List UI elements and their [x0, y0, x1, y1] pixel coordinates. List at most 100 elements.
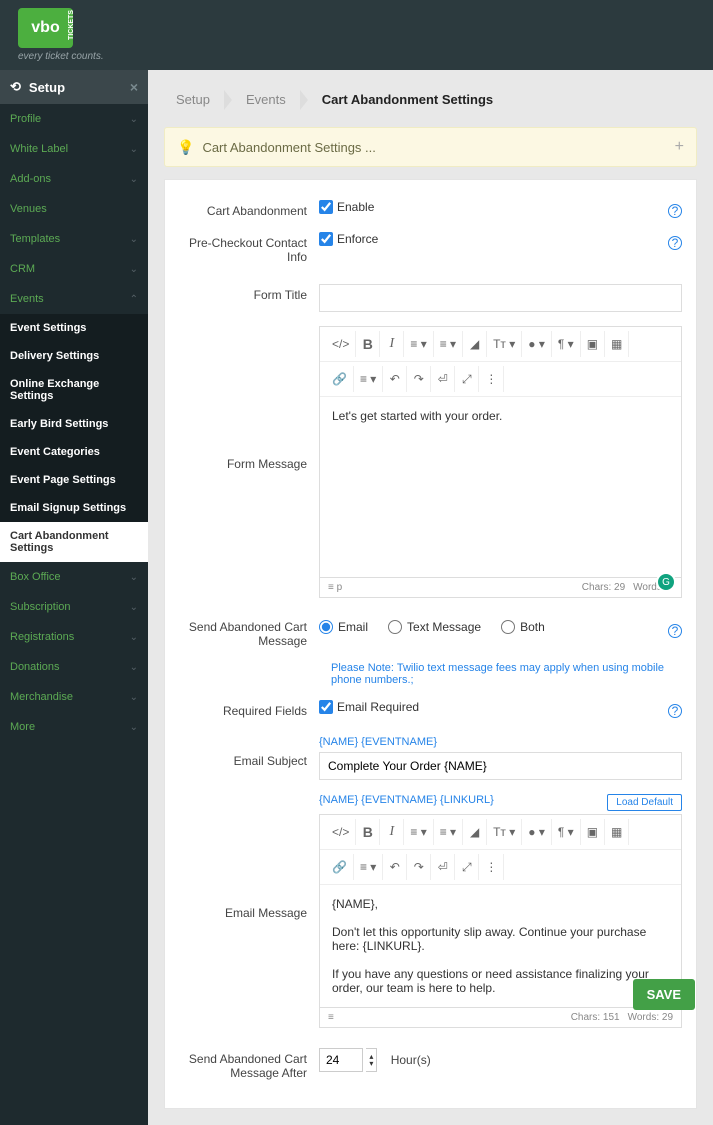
sidebar-item[interactable]: Merchandise⌄	[0, 682, 148, 712]
chevron-icon: ⌄	[130, 114, 138, 125]
grammarly-icon[interactable]: G	[656, 572, 676, 592]
email-subject-input[interactable]	[319, 752, 682, 780]
email-required-checkbox[interactable]	[319, 700, 333, 714]
unordered-list-icon[interactable]: ≡ ▾	[404, 819, 433, 845]
more-icon[interactable]: ⋮	[479, 854, 504, 880]
bold-icon[interactable]: B	[356, 819, 380, 845]
table-icon[interactable]: ▦	[605, 819, 629, 845]
load-default-button[interactable]: Load Default	[607, 794, 682, 811]
stepper-icon[interactable]: ▴▾	[366, 1048, 377, 1072]
code-view-icon[interactable]: </>	[326, 331, 356, 357]
info-banner: 💡 Cart Abandonment Settings ... +	[164, 127, 697, 167]
sidebar-item[interactable]: Events⌃	[0, 284, 148, 314]
fullscreen-icon[interactable]: ⤢	[455, 854, 479, 880]
form-message-editor: </> B I ≡ ▾ ≡ ▾ ◢ Tт ▾ ● ▾ ¶ ▾ ▣ ▦	[319, 326, 682, 578]
sidebar-subitem[interactable]: Cart Abandonment Settings	[0, 522, 148, 562]
paragraph-icon[interactable]: ¶ ▾	[552, 819, 581, 845]
redo-icon[interactable]: ↷	[407, 854, 431, 880]
fullscreen-icon[interactable]: ⤢	[455, 366, 479, 392]
sidebar-item[interactable]: White Label⌄	[0, 134, 148, 164]
sidebar-item[interactable]: Box Office⌄	[0, 562, 148, 592]
crumb-setup[interactable]: Setup	[164, 86, 222, 113]
undo-icon[interactable]: ↶	[383, 366, 407, 392]
help-icon[interactable]: ?	[668, 204, 682, 218]
image-icon[interactable]: ▣	[581, 819, 605, 845]
table-icon[interactable]: ▦	[605, 331, 629, 357]
radio-email[interactable]: Email	[319, 620, 368, 634]
help-icon[interactable]: ?	[668, 236, 682, 250]
ordered-list-icon[interactable]: ≡ ▾	[434, 331, 463, 357]
italic-icon[interactable]: I	[380, 331, 404, 357]
sidebar-header: ⟲ Setup ×	[0, 70, 148, 104]
email-message-textarea[interactable]: {NAME}, Don't let this opportunity slip …	[320, 885, 681, 1007]
link-icon[interactable]: 🔗	[326, 854, 354, 880]
image-icon[interactable]: ▣	[581, 331, 605, 357]
text-color-icon[interactable]: ● ▾	[522, 819, 552, 845]
help-icon[interactable]: ?	[668, 704, 682, 718]
char-count: Chars: 151	[571, 1012, 620, 1023]
unordered-list-icon[interactable]: ≡ ▾	[404, 331, 433, 357]
sidebar-subitem[interactable]: Event Settings	[0, 314, 148, 342]
align-icon[interactable]: ≡ ▾	[354, 366, 383, 392]
sidebar-subitem[interactable]: Event Page Settings	[0, 466, 148, 494]
sidebar-subitem[interactable]: Delivery Settings	[0, 342, 148, 370]
text-color-icon[interactable]: ● ▾	[522, 331, 552, 357]
expand-info-icon[interactable]: +	[675, 138, 684, 156]
link-icon[interactable]: 🔗	[326, 366, 354, 392]
undo-icon[interactable]: ↶	[383, 854, 407, 880]
sidebar-item[interactable]: Subscription⌄	[0, 592, 148, 622]
enforce-label: Enforce	[337, 232, 378, 246]
hr-icon[interactable]: ⏎	[431, 854, 455, 880]
radio-both[interactable]: Both	[501, 620, 545, 634]
chevron-icon: ⌄	[130, 602, 138, 613]
code-view-icon[interactable]: </>	[326, 819, 356, 845]
sidebar-subitem[interactable]: Email Signup Settings	[0, 494, 148, 522]
enable-checkbox[interactable]	[319, 200, 333, 214]
chevron-icon: ⌄	[130, 144, 138, 155]
italic-icon[interactable]: I	[380, 819, 404, 845]
sidebar-subitem[interactable]: Online Exchange Settings	[0, 370, 148, 410]
chevron-icon: ⌄	[130, 692, 138, 703]
form-title-label: Form Title	[179, 284, 319, 312]
email-required-wrap[interactable]: Email Required	[319, 700, 419, 714]
send-after-input[interactable]	[319, 1048, 363, 1072]
hr-icon[interactable]: ⏎	[431, 366, 455, 392]
sidebar-item[interactable]: Donations⌄	[0, 652, 148, 682]
enforce-checkbox-wrap[interactable]: Enforce	[319, 232, 378, 246]
clear-format-icon[interactable]: ◢	[463, 331, 487, 357]
font-size-icon[interactable]: Tт ▾	[487, 819, 522, 845]
enable-checkbox-wrap[interactable]: Enable	[319, 200, 374, 214]
sidebar-item[interactable]: Registrations⌄	[0, 622, 148, 652]
form-message-textarea[interactable]: Let's get started with your order.	[320, 397, 681, 577]
more-icon[interactable]: ⋮	[479, 366, 504, 392]
sidebar-item[interactable]: CRM⌄	[0, 254, 148, 284]
sidebar-subitem[interactable]: Event Categories	[0, 438, 148, 466]
enforce-checkbox[interactable]	[319, 232, 333, 246]
bold-icon[interactable]: B	[356, 331, 380, 357]
char-count: Chars: 29	[582, 582, 625, 593]
settings-card: Cart Abandonment Enable ? Pre-Checkout C…	[164, 179, 697, 1109]
sidebar-item[interactable]: Add-ons⌄	[0, 164, 148, 194]
sidebar-subitem[interactable]: Early Bird Settings	[0, 410, 148, 438]
form-title-input[interactable]	[319, 284, 682, 312]
radio-text[interactable]: Text Message	[388, 620, 481, 634]
sidebar-item[interactable]: Venues	[0, 194, 148, 224]
sidebar-item[interactable]: Templates⌄	[0, 224, 148, 254]
logo-mark: vbo TICKETS	[18, 8, 73, 48]
logo-vertical-text: TICKETS	[68, 10, 75, 40]
sidebar-item[interactable]: Profile⌄	[0, 104, 148, 134]
font-size-icon[interactable]: Tт ▾	[487, 331, 522, 357]
twilio-note: Please Note: Twilio text message fees ma…	[331, 662, 682, 686]
save-button[interactable]: SAVE	[633, 979, 695, 1010]
redo-icon[interactable]: ↷	[407, 366, 431, 392]
crumb-current: Cart Abandonment Settings	[310, 86, 505, 113]
sidebar-item[interactable]: More⌄	[0, 712, 148, 742]
email-message-label: Email Message	[179, 902, 319, 920]
ordered-list-icon[interactable]: ≡ ▾	[434, 819, 463, 845]
help-icon[interactable]: ?	[668, 624, 682, 638]
close-icon[interactable]: ×	[130, 79, 138, 95]
crumb-events[interactable]: Events	[234, 86, 298, 113]
clear-format-icon[interactable]: ◢	[463, 819, 487, 845]
paragraph-icon[interactable]: ¶ ▾	[552, 331, 581, 357]
align-icon[interactable]: ≡ ▾	[354, 854, 383, 880]
